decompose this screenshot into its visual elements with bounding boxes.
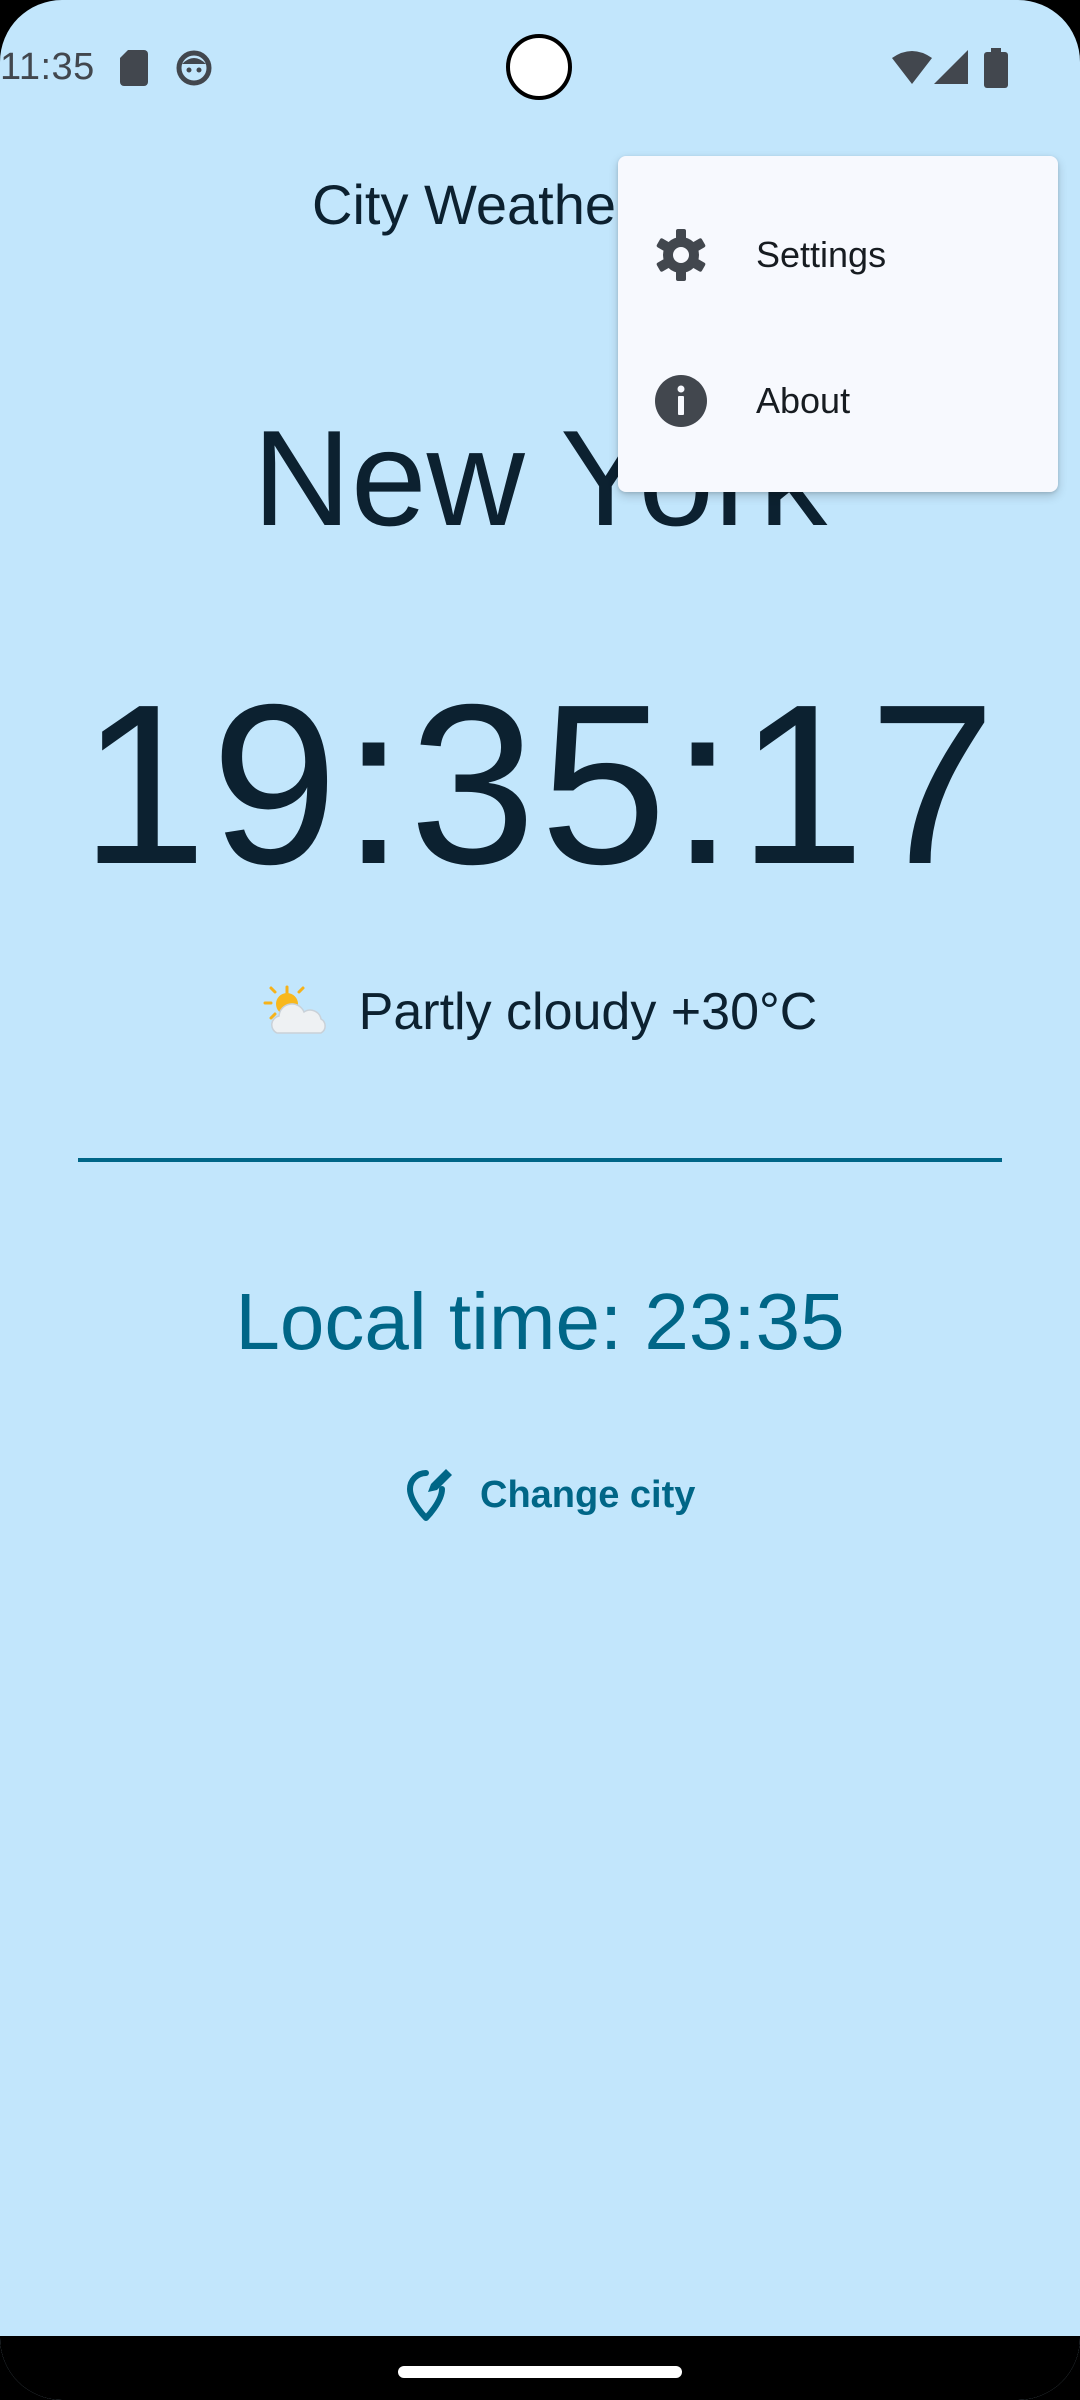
- menu-item-settings[interactable]: Settings: [618, 182, 1058, 328]
- camera-cutout: [506, 34, 572, 100]
- overflow-menu: Settings About: [618, 156, 1058, 492]
- change-city-button[interactable]: Change city: [390, 1440, 707, 1550]
- phone-screen: 11:35 City Weather New York 19:35:17 Par…: [0, 0, 1080, 2400]
- menu-item-about[interactable]: About: [618, 328, 1058, 474]
- status-bar: 11:35: [0, 0, 1080, 136]
- weather-row: Partly cloudy +30°C: [0, 982, 1080, 1042]
- menu-label-settings: Settings: [756, 234, 887, 275]
- app-title: City Weather: [312, 173, 635, 236]
- clock: 19:35:17: [80, 658, 1000, 912]
- divider: [78, 1158, 1002, 1162]
- status-time: 11:35: [0, 46, 95, 88]
- home-gesture-handle[interactable]: [398, 2366, 682, 2378]
- menu-label-about: About: [756, 380, 851, 421]
- local-time: Local time: 23:35: [235, 1277, 845, 1366]
- weather-description: Partly cloudy +30°C: [358, 983, 818, 1041]
- partly-cloudy-icon: [263, 985, 326, 1034]
- gear-icon: [656, 229, 706, 281]
- edit-location-icon: [407, 1469, 452, 1521]
- battery-icon: [984, 48, 1008, 88]
- face-icon: [176, 50, 212, 86]
- sd-card-icon: [120, 50, 148, 86]
- info-icon: [655, 375, 707, 427]
- wifi-icon: [892, 51, 932, 84]
- cell-signal-icon: [934, 50, 968, 84]
- change-city-label: Change city: [480, 1473, 696, 1516]
